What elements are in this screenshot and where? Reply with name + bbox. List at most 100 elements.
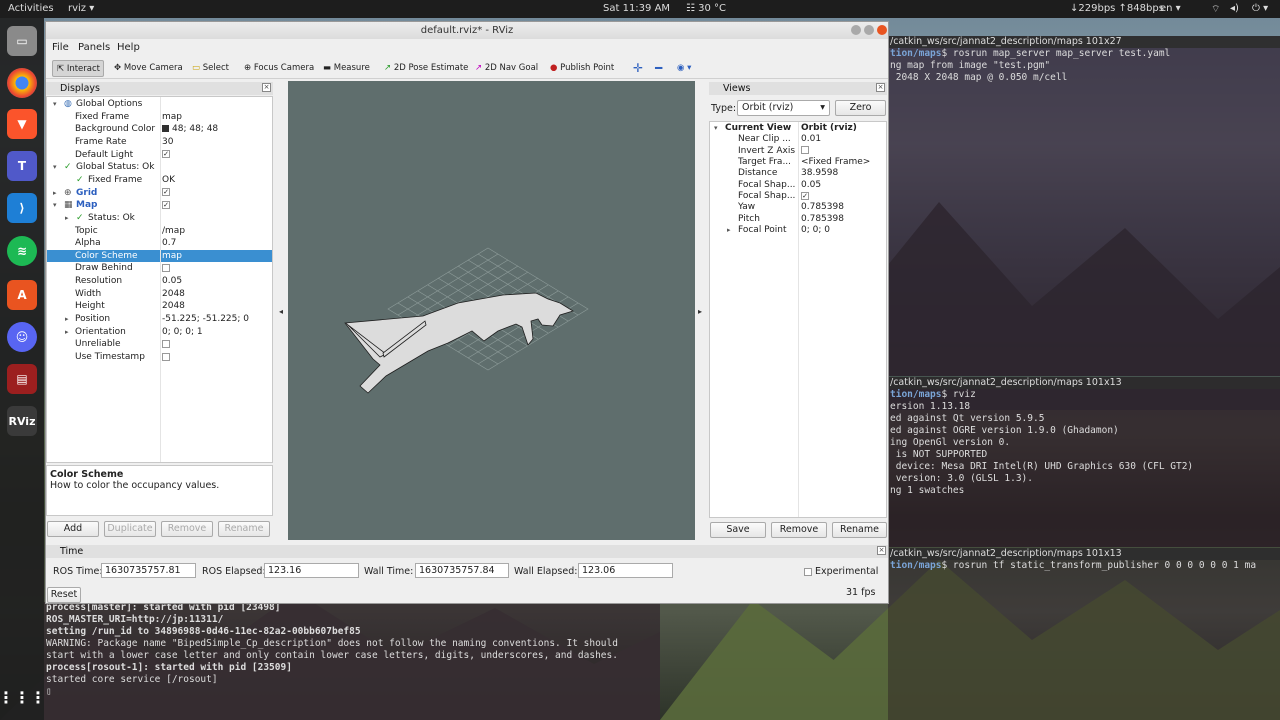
property-value[interactable]: 0.785398 xyxy=(801,202,844,213)
property-value[interactable]: 0.05 xyxy=(801,180,821,191)
terminal-window[interactable]: /catkin_ws/src/jannat2_description/maps … xyxy=(888,548,1280,720)
property-value[interactable]: map xyxy=(162,111,182,124)
add-display-button[interactable]: Add xyxy=(47,521,99,537)
expand-right-icon[interactable]: ▸ xyxy=(65,212,69,225)
publish-point-tool[interactable]: ● Publish Point xyxy=(550,60,614,77)
expand-right-icon[interactable]: ▸ xyxy=(65,326,69,339)
color-swatch[interactable] xyxy=(162,125,169,133)
spotify-icon[interactable]: ≋ xyxy=(7,236,37,266)
terminal-window[interactable]: /catkin_ws/src/jannat2_description/maps … xyxy=(888,36,1280,376)
property-value[interactable]: OK xyxy=(162,174,175,187)
teams-icon[interactable]: T xyxy=(7,151,37,181)
expand-right-icon[interactable]: ▸ xyxy=(53,187,57,200)
property-value[interactable]: 0; 0; 0; 1 xyxy=(162,326,203,339)
property-value[interactable]: map xyxy=(162,250,182,263)
property-value[interactable]: 0.7 xyxy=(162,237,176,250)
volume-icon[interactable]: ◂) xyxy=(1230,3,1239,14)
rename-view-button[interactable]: Rename xyxy=(832,522,887,538)
collapse-right-icon[interactable]: ▸ xyxy=(698,307,702,316)
property-value[interactable] xyxy=(162,262,170,275)
property-value[interactable]: 0.05 xyxy=(162,275,182,288)
property-value[interactable]: 30 xyxy=(162,136,173,149)
close-icon[interactable]: × xyxy=(876,83,885,92)
app-menu[interactable]: rviz ▾ xyxy=(68,3,94,14)
rviz-icon[interactable]: RViz xyxy=(7,406,37,436)
property-value[interactable] xyxy=(162,351,170,364)
3d-viewport[interactable] xyxy=(288,81,695,540)
checkbox-unchecked-icon[interactable] xyxy=(162,339,170,348)
show-apps-icon[interactable]: ⋮⋮⋮ xyxy=(0,682,46,712)
property-value[interactable]: 0.01 xyxy=(801,134,821,145)
expand-down-icon[interactable]: ▾ xyxy=(53,98,57,111)
checkbox-checked-icon[interactable]: ✓ xyxy=(162,200,170,209)
discord-icon[interactable]: ☺ xyxy=(7,322,37,352)
ros-elapsed-field[interactable]: 123.16 xyxy=(264,563,359,578)
menu-file[interactable]: File xyxy=(52,42,69,53)
vscode-icon[interactable]: ⟩ xyxy=(7,193,37,223)
close-button[interactable] xyxy=(877,25,887,35)
select-tool[interactable]: ▭ Select xyxy=(192,60,229,77)
focus-camera-tool[interactable]: ⊕ Focus Camera xyxy=(244,60,314,77)
window-title-bar[interactable]: default.rviz* - RViz xyxy=(46,22,888,39)
checkbox-checked-icon[interactable]: ✓ xyxy=(162,188,170,197)
remove-display-button[interactable]: Remove xyxy=(161,521,213,537)
duplicate-display-button[interactable]: Duplicate xyxy=(104,521,156,537)
wifi-icon[interactable]: ⌔ xyxy=(1211,3,1220,16)
checkbox-checked-icon[interactable]: ✓ xyxy=(801,191,809,200)
measure-tool[interactable]: ▬ Measure xyxy=(323,60,370,77)
remove-view-button[interactable]: Remove xyxy=(771,522,827,538)
tool-options-icon[interactable]: ◉ ▾ xyxy=(677,60,691,77)
close-icon[interactable]: × xyxy=(877,546,886,555)
property-value[interactable]: -51.225; -51.225; 0 xyxy=(162,313,249,326)
property-value[interactable] xyxy=(162,338,170,351)
property-value[interactable]: 48; 48; 48 xyxy=(162,123,218,136)
add-tool-icon[interactable]: ✛ xyxy=(633,60,643,77)
wall-time-field[interactable]: 1630735757.84 xyxy=(415,563,509,578)
checkbox-unchecked-icon[interactable] xyxy=(162,352,170,361)
software-center-icon[interactable]: A xyxy=(7,280,37,310)
collapse-left-icon[interactable]: ◂ xyxy=(279,307,283,316)
minimize-button[interactable] xyxy=(851,25,861,35)
network-speed[interactable]: ↓229bps ↑848bps xyxy=(1070,3,1164,14)
checkbox-unchecked-icon[interactable] xyxy=(801,146,809,155)
files-icon[interactable]: ▭ xyxy=(7,26,37,56)
property-value[interactable]: ✓ xyxy=(801,191,809,202)
reset-button[interactable]: Reset xyxy=(47,587,81,603)
rename-display-button[interactable]: Rename xyxy=(218,521,270,537)
menu-panels[interactable]: Panels xyxy=(78,42,110,53)
property-value[interactable]: ✓ xyxy=(162,199,170,212)
save-view-button[interactable]: Save xyxy=(710,522,766,538)
checkbox-checked-icon[interactable]: ✓ xyxy=(162,150,170,159)
language-indicator[interactable]: en ▾ xyxy=(1160,3,1181,14)
terminal-window[interactable]: process[master]: started with pid [23498… xyxy=(44,602,660,720)
maximize-button[interactable] xyxy=(864,25,874,35)
chrome-icon[interactable] xyxy=(7,68,37,98)
property-value[interactable]: /map xyxy=(162,225,185,238)
property-value[interactable]: <Fixed Frame> xyxy=(801,157,870,168)
expand-down-icon[interactable]: ▾ xyxy=(53,199,57,212)
property-value[interactable]: 0.785398 xyxy=(801,214,844,225)
property-value[interactable]: 2048 xyxy=(162,300,185,313)
property-value[interactable]: 2048 xyxy=(162,288,185,301)
expand-right-icon[interactable]: ▸ xyxy=(727,225,731,236)
interact-tool[interactable]: ⇱ Interact xyxy=(52,60,104,77)
move-camera-tool[interactable]: ✥ Move Camera xyxy=(114,60,183,77)
clock[interactable]: Sat 11:39 AM xyxy=(603,3,670,14)
view-type-select[interactable]: Orbit (rviz) ▾ xyxy=(737,100,830,116)
ros-time-field[interactable]: 1630735757.81 xyxy=(101,563,196,578)
remove-tool-icon[interactable]: ━ xyxy=(655,60,662,77)
checkbox-unchecked-icon[interactable] xyxy=(162,263,170,272)
activities-button[interactable]: Activities xyxy=(8,3,54,14)
property-value[interactable]: Orbit (rviz) xyxy=(801,123,857,134)
terminal-window[interactable]: /catkin_ws/src/jannat2_description/maps … xyxy=(888,377,1280,547)
property-value[interactable] xyxy=(801,146,809,157)
terminal-icon[interactable]: ▤ xyxy=(7,364,37,394)
property-value[interactable]: ✓ xyxy=(162,187,170,200)
expand-right-icon[interactable]: ▸ xyxy=(65,313,69,326)
experimental-checkbox[interactable]: Experimental xyxy=(804,566,878,577)
weather-indicator[interactable]: ☷ 30 °C xyxy=(686,3,726,14)
expand-down-icon[interactable]: ▾ xyxy=(53,161,57,174)
expand-down-icon[interactable]: ▾ xyxy=(714,123,718,134)
zero-button[interactable]: Zero xyxy=(835,100,886,116)
wall-elapsed-field[interactable]: 123.06 xyxy=(578,563,673,578)
